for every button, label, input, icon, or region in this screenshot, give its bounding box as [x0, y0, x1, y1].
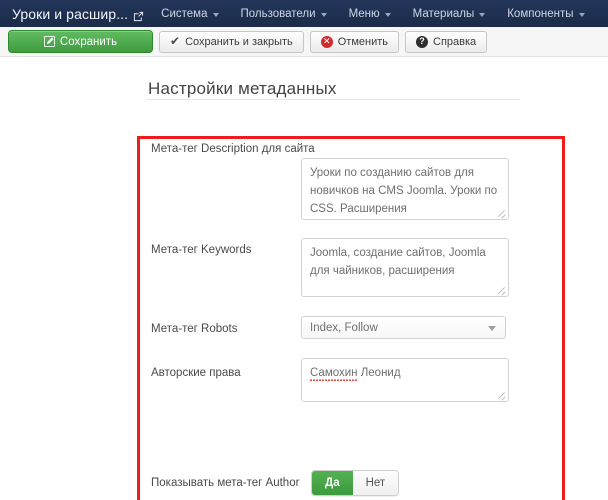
meta-description-value: Уроки по созданию сайтов для новичков на… — [302, 159, 508, 219]
save-disk-icon — [44, 36, 55, 47]
chevron-down-icon — [213, 13, 219, 17]
check-icon: ✔ — [170, 35, 180, 47]
label-meta-description: Мета-тег Description для сайта — [151, 143, 315, 157]
cancel-button[interactable]: ✕ Отменить — [310, 31, 399, 53]
cancel-glyph: ✕ — [323, 37, 331, 46]
meta-keywords-textarea[interactable]: Joomla, создание сайтов, Joomla для чайн… — [301, 238, 509, 297]
show-author-meta-toggle[interactable]: Да Нет — [311, 470, 399, 496]
menu-item-content[interactable]: Материалы — [402, 0, 497, 27]
show-author-meta-option-yes[interactable]: Да — [312, 471, 353, 495]
cancel-circle-icon: ✕ — [321, 36, 333, 48]
menu-item-label: Система — [161, 8, 207, 20]
chevron-down-icon — [385, 13, 391, 17]
chevron-down-icon — [579, 13, 585, 17]
help-circle-icon: ? — [416, 36, 428, 48]
action-toolbar: Сохранить ✔ Сохранить и закрыть ✕ Отмени… — [0, 27, 608, 57]
resize-grip-icon[interactable] — [497, 285, 506, 294]
top-menu-bar: Уроки и расшир... Система Пользователи М… — [0, 0, 608, 27]
menu-item-components[interactable]: Компоненты — [496, 0, 595, 27]
resize-grip-icon[interactable] — [497, 208, 506, 217]
help-glyph: ? — [419, 37, 425, 46]
menu-item-label: Материалы — [413, 8, 475, 20]
cancel-button-label: Отменить — [338, 36, 388, 48]
help-button[interactable]: ? Справка — [405, 31, 487, 53]
menu-item-label: Пользователи — [241, 8, 316, 20]
site-name-menu[interactable]: Уроки и расшир... — [8, 6, 150, 22]
meta-description-textarea[interactable]: Уроки по созданию сайтов для новичков на… — [301, 158, 509, 220]
copyright-textarea[interactable]: Самохин Леонид — [301, 358, 509, 402]
save-and-close-button[interactable]: ✔ Сохранить и закрыть — [159, 31, 304, 53]
copyright-rest: Леонид — [358, 367, 401, 379]
copyright-misspelled-word: Самохин — [310, 367, 358, 381]
page-body: Настройки метаданных Мета-тег Descriptio… — [0, 58, 608, 500]
label-copyright: Авторские права — [151, 367, 241, 381]
save-and-close-label: Сохранить и закрыть — [185, 36, 293, 48]
chevron-down-icon — [479, 13, 485, 17]
help-button-label: Справка — [433, 36, 476, 48]
menu-item-label: Меню — [349, 8, 380, 20]
menu-item-label: Компоненты — [507, 8, 573, 20]
chevron-down-icon — [321, 13, 327, 17]
label-meta-robots: Мета-тег Robots — [151, 323, 237, 337]
label-show-author-meta: Показывать мета-тег Author — [151, 477, 299, 491]
site-name-label: Уроки и расшир... — [12, 6, 128, 22]
resize-grip-icon[interactable] — [497, 390, 506, 399]
copyright-value: Самохин Леонид — [302, 359, 508, 401]
show-author-meta-option-no[interactable]: Нет — [353, 471, 399, 495]
menu-item-menus[interactable]: Меню — [338, 0, 402, 27]
title-divider — [146, 99, 520, 100]
save-button[interactable]: Сохранить — [8, 30, 153, 53]
chevron-down-icon — [488, 326, 496, 331]
menu-item-system[interactable]: Система — [150, 0, 229, 27]
page-title: Настройки метаданных — [148, 79, 337, 99]
external-link-icon — [133, 9, 144, 20]
label-meta-keywords: Мета-тег Keywords — [151, 244, 252, 258]
joomla-admin-screen: Уроки и расшир... Система Пользователи М… — [0, 0, 608, 500]
menu-item-users[interactable]: Пользователи — [230, 0, 338, 27]
meta-robots-value: Index, Follow — [310, 322, 378, 334]
save-button-label: Сохранить — [60, 36, 117, 48]
meta-keywords-value: Joomla, создание сайтов, Joomla для чайн… — [302, 239, 508, 296]
metadata-settings-form: Мета-тег Description для сайта Уроки по … — [137, 136, 565, 500]
meta-robots-select[interactable]: Index, Follow — [301, 316, 506, 339]
